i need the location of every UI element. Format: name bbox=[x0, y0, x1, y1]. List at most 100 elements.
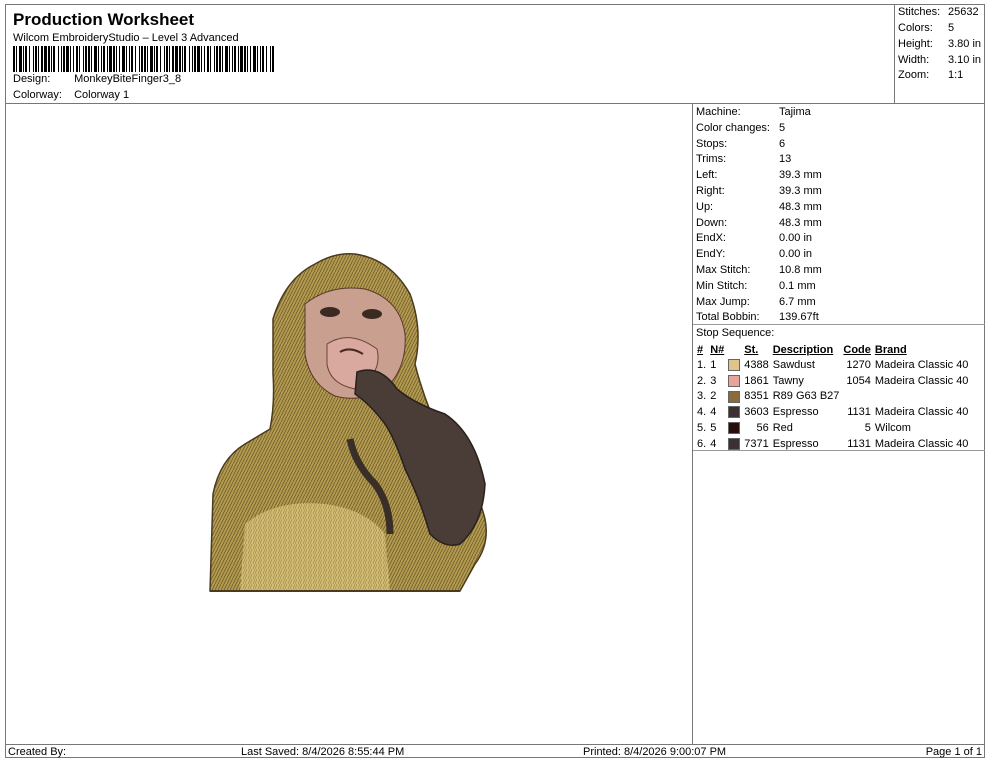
stat-row: Down: 48.3 mm bbox=[696, 216, 822, 229]
thread-code: 1131 bbox=[847, 406, 871, 419]
barcode-bar bbox=[222, 46, 223, 72]
barcode-bar bbox=[207, 46, 209, 72]
table-row: 5. 5 56 Red 5 Wilcom bbox=[695, 420, 970, 436]
barcode-bar bbox=[175, 46, 178, 72]
barcode-bar bbox=[160, 46, 161, 72]
barcode-bar bbox=[238, 46, 239, 72]
thread-code: 1054 bbox=[846, 374, 871, 387]
barcode-bar bbox=[38, 46, 39, 72]
barcode-bar bbox=[61, 46, 62, 72]
barcode-bar bbox=[214, 46, 215, 72]
stat-label: Total Bobbin: bbox=[696, 311, 760, 324]
thread-color-swatch bbox=[728, 390, 741, 403]
stat-value: 0.00 in bbox=[779, 248, 813, 261]
thread-brand: Madeira Classic 40 bbox=[874, 374, 969, 387]
stitch-count: 56 bbox=[756, 422, 769, 435]
barcode-bar bbox=[150, 46, 153, 72]
needle-number: 5 bbox=[710, 422, 717, 435]
software-subtitle: Wilcom EmbroideryStudio – Level 3 Advanc… bbox=[13, 32, 239, 44]
thread-color-swatch bbox=[728, 406, 741, 419]
barcode-bar bbox=[16, 46, 17, 72]
stop-sequence-table: # N# St. Description Code Brand 1. 1 4388 S… bbox=[695, 342, 970, 452]
barcode-bar bbox=[135, 46, 136, 72]
colorway-value: Colorway 1 bbox=[74, 89, 130, 101]
stitch-count: 8351 bbox=[744, 390, 769, 403]
stat-value: 6.7 mm bbox=[779, 295, 816, 308]
barcode-bar bbox=[13, 46, 15, 72]
barcode-bar bbox=[19, 46, 22, 72]
barcode-bar bbox=[91, 46, 92, 72]
barcode-bar bbox=[66, 46, 69, 72]
stat-value: 6 bbox=[779, 137, 786, 150]
barcode-bar bbox=[119, 46, 120, 72]
thread-description: Sawdust bbox=[772, 358, 815, 371]
thread-color-swatch bbox=[728, 437, 741, 450]
barcode-bar bbox=[189, 46, 190, 72]
col-needle: N# bbox=[710, 343, 725, 356]
barcode-bar bbox=[184, 46, 186, 72]
stat-value: 39.3 mm bbox=[779, 169, 822, 182]
barcode-bar bbox=[244, 46, 246, 72]
design-value: MonkeyBiteFinger3_8 bbox=[74, 73, 182, 85]
stat-label: EndX: bbox=[696, 232, 726, 245]
col-code: Code bbox=[843, 343, 871, 356]
thread-brand: Wilcom bbox=[874, 422, 911, 435]
barcode-bar bbox=[122, 46, 125, 72]
barcode-bar bbox=[58, 46, 59, 72]
thread-brand: Madeira Classic 40 bbox=[874, 406, 969, 419]
barcode-bar bbox=[44, 46, 47, 72]
table-row: 1. 1 4388 Sawdust 1270 Madeira Classic 40 bbox=[695, 357, 970, 373]
created-by: Created By: bbox=[8, 746, 67, 758]
col-description: Description bbox=[772, 343, 834, 356]
barcode-bar bbox=[116, 46, 117, 72]
stop-index: 3. bbox=[697, 390, 707, 403]
barcode-bar bbox=[79, 46, 80, 72]
stat-row: Min Stitch: 0.1 mm bbox=[696, 280, 816, 292]
barcode-bar bbox=[103, 46, 105, 72]
stat-row: Trims: 13 bbox=[696, 153, 791, 166]
stat-row: Max Jump: 6.7 mm bbox=[696, 295, 816, 308]
needle-number: 3 bbox=[710, 374, 717, 387]
design-row: Design: MonkeyBiteFinger3_8 bbox=[13, 73, 181, 85]
barcode-bar bbox=[247, 46, 248, 72]
stat-label: Max Jump: bbox=[696, 295, 750, 308]
stitch-count: 1861 bbox=[744, 374, 769, 387]
barcode-bar bbox=[197, 46, 200, 72]
barcode-bar bbox=[139, 46, 140, 72]
barcode-bar bbox=[109, 46, 112, 72]
barcode-bar bbox=[229, 46, 230, 72]
barcode-bar bbox=[147, 46, 148, 72]
thread-color-swatch bbox=[728, 422, 741, 435]
thread-description: Red bbox=[772, 422, 793, 435]
barcode-bar bbox=[129, 46, 130, 72]
barcode-bar bbox=[144, 46, 146, 72]
stat-row: Total Bobbin: 139.67ft bbox=[696, 311, 819, 324]
stop-index: 2. bbox=[697, 374, 707, 387]
stat-value: 48.3 mm bbox=[779, 216, 822, 229]
stop-index: 5. bbox=[697, 422, 707, 435]
thread-brand bbox=[873, 389, 971, 405]
table-row: 2. 3 1861 Tawny 1054 Madeira Classic 40 bbox=[695, 373, 970, 389]
stat-row: Max Stitch: 10.8 mm bbox=[696, 264, 822, 276]
col-index: # bbox=[697, 343, 704, 356]
col-brand: Brand bbox=[874, 343, 907, 356]
barcode-bar bbox=[85, 46, 87, 72]
barcode-bar bbox=[94, 46, 97, 72]
stat-label: Stops: bbox=[696, 137, 728, 150]
barcode-bar bbox=[234, 46, 236, 72]
thread-description: Espresso bbox=[772, 406, 819, 419]
colorway-label: Colorway: bbox=[13, 89, 62, 101]
barcode-bar bbox=[35, 46, 37, 72]
barcode-bar bbox=[262, 46, 264, 72]
summary-panel: Stitches: 25632 Colors: 5 Height: 3.80 in W… bbox=[895, 4, 985, 104]
barcode-bar bbox=[76, 46, 78, 72]
color-swatch bbox=[726, 389, 742, 405]
stat-value: 0.1 mm bbox=[779, 279, 816, 292]
barcode-bar bbox=[172, 46, 174, 72]
stat-value: 10.8 mm bbox=[779, 264, 822, 276]
stat-label: Trims: bbox=[696, 153, 727, 166]
page-number: Page 1 of 1 bbox=[925, 746, 982, 758]
table-row: 3. 2 8351 R89 G63 B27 bbox=[695, 389, 970, 405]
design-label: Design: bbox=[13, 73, 51, 85]
stat-label: Down: bbox=[696, 216, 728, 229]
